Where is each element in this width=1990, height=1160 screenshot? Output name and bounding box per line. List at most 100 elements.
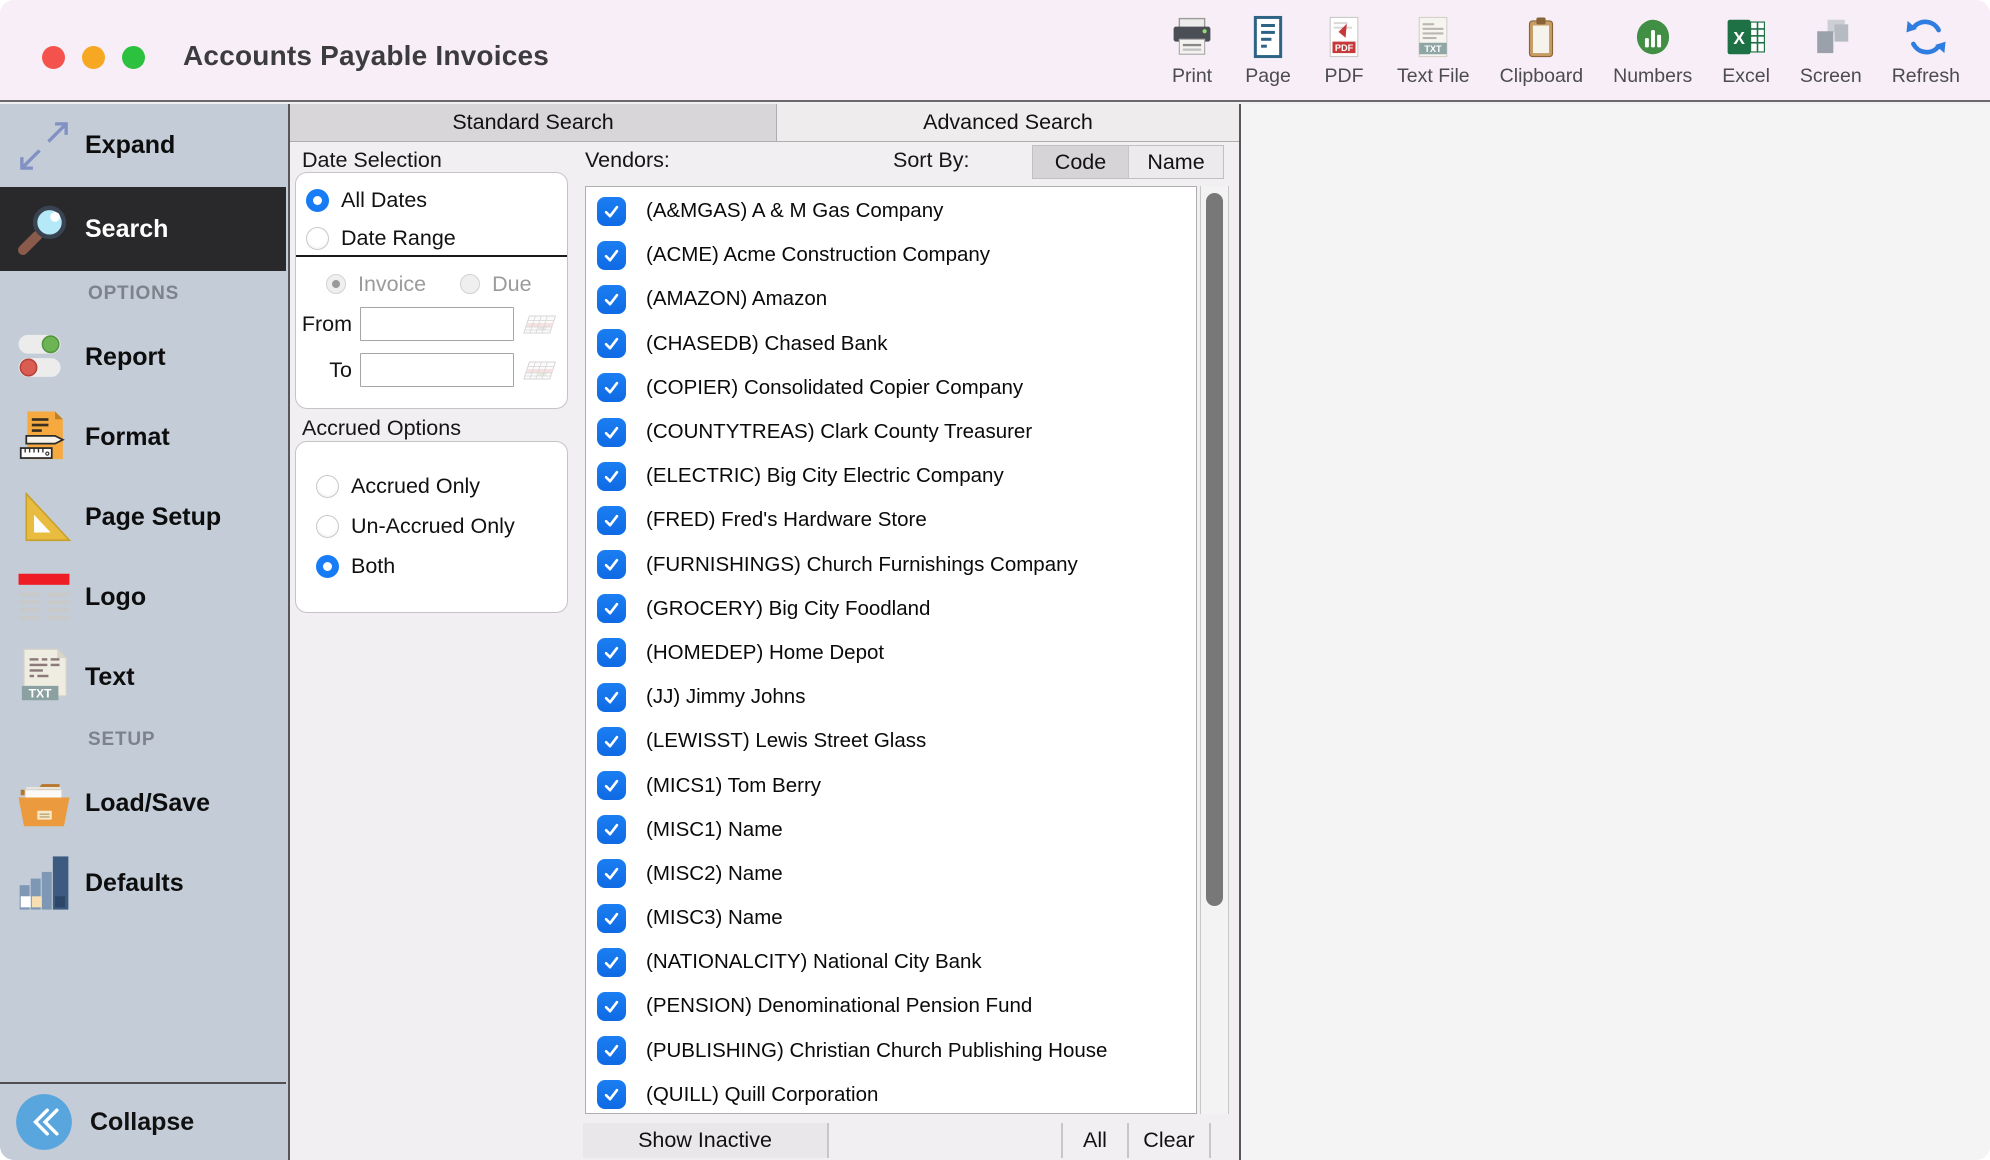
vendor-label: (FURNISHINGS) Church Furnishings Company	[646, 553, 1078, 577]
toolbar: Print Page PDFPDF TXTText File Clipboard Numb…	[1169, 14, 1960, 88]
scrollbar-thumb[interactable]	[1206, 193, 1223, 906]
radio-un-accrued-only[interactable]	[316, 515, 339, 538]
vendor-checkbox[interactable]	[597, 594, 626, 623]
toolbar-button-excel[interactable]: XExcel	[1722, 14, 1770, 88]
date-selection-title: Date Selection	[302, 148, 442, 173]
titlebar: Accounts Payable Invoices Print Page PDFPD…	[0, 0, 1990, 102]
page-icon	[1245, 14, 1291, 60]
close-button[interactable]	[42, 46, 65, 69]
vendor-scrollbar[interactable]	[1200, 186, 1229, 1114]
vendor-label: (A&MGAS) A & M Gas Company	[646, 199, 943, 223]
sidebar-item-load-save[interactable]: Load/Save	[0, 763, 286, 843]
vendor-row: (MISC1) Name	[586, 808, 1196, 852]
from-date-input[interactable]	[360, 307, 514, 341]
vendor-checkbox[interactable]	[597, 550, 626, 579]
vendor-row: (PUBLISHING) Christian Church Publishing…	[586, 1029, 1196, 1073]
tab-standard-search[interactable]: Standard Search	[290, 104, 777, 141]
radio-both[interactable]	[316, 555, 339, 578]
radio-invoice	[326, 274, 346, 294]
select-all-button[interactable]: All	[1063, 1123, 1127, 1158]
toolbar-button-text-file[interactable]: TXTText File	[1397, 14, 1470, 88]
vendor-checkbox[interactable]	[597, 1080, 626, 1109]
vendor-checkbox[interactable]	[597, 373, 626, 402]
vendor-checkbox[interactable]	[597, 771, 626, 800]
radio-accrued-only[interactable]	[316, 475, 339, 498]
divider	[296, 255, 567, 257]
vendor-checkbox[interactable]	[597, 683, 626, 712]
vendor-row: (GROCERY) Big City Foodland	[586, 587, 1196, 631]
radio-label: Due	[492, 272, 531, 297]
vendors-label: Vendors:	[585, 148, 670, 173]
sidebar-item-search[interactable]: Search	[0, 187, 286, 271]
toolbar-button-refresh[interactable]: Refresh	[1892, 14, 1960, 88]
toolbar-button-label: Excel	[1722, 65, 1770, 88]
window-title: Accounts Payable Invoices	[183, 40, 549, 72]
clear-button[interactable]: Clear	[1129, 1123, 1209, 1158]
sidebar-item-report[interactable]: Report	[0, 317, 286, 397]
radio-label: Un-Accrued Only	[351, 514, 515, 539]
vendor-checkbox[interactable]	[597, 727, 626, 756]
show-inactive-button[interactable]: Show Inactive	[583, 1123, 829, 1158]
vendor-checkbox[interactable]	[597, 329, 626, 358]
vendor-checkbox[interactable]	[597, 948, 626, 977]
zoom-button[interactable]	[122, 46, 145, 69]
vendor-row: (LEWISST) Lewis Street Glass	[586, 719, 1196, 763]
sidebar: ExpandSearchOPTIONSReportFormatPage Setu…	[0, 104, 290, 1160]
toolbar-button-label: Numbers	[1613, 65, 1692, 88]
clipboard-icon	[1518, 14, 1564, 60]
date-selection-box: All DatesDate Range InvoiceDue From To	[295, 172, 568, 409]
vendor-row: (A&MGAS) A & M Gas Company	[586, 189, 1196, 233]
vendor-checkbox[interactable]	[597, 418, 626, 447]
expand-arrows-icon	[13, 115, 75, 177]
vendor-checkbox[interactable]	[597, 241, 626, 270]
toolbar-button-page[interactable]: Page	[1245, 14, 1291, 88]
toolbar-button-label: Page	[1245, 65, 1291, 88]
sidebar-item-label: Text	[85, 663, 135, 692]
sidebar-item-format[interactable]: Format	[0, 397, 286, 477]
vendor-checkbox[interactable]	[597, 992, 626, 1021]
vendor-label: (MISC2) Name	[646, 862, 783, 886]
factory-icon	[13, 852, 75, 914]
vendor-checkbox[interactable]	[597, 1036, 626, 1065]
toolbar-button-numbers[interactable]: Numbers	[1613, 14, 1692, 88]
vendor-label: (JJ) Jimmy Johns	[646, 685, 805, 709]
toolbar-button-pdf[interactable]: PDFPDF	[1321, 14, 1367, 88]
vendor-checkbox[interactable]	[597, 815, 626, 844]
to-date-input[interactable]	[360, 353, 514, 387]
vendor-checkbox[interactable]	[597, 904, 626, 933]
minimize-button[interactable]	[82, 46, 105, 69]
vendor-label: (PUBLISHING) Christian Church Publishing…	[646, 1039, 1107, 1063]
sort-by-code-button[interactable]: Code	[1033, 146, 1128, 178]
toolbar-button-print[interactable]: Print	[1169, 14, 1215, 88]
to-label: To	[296, 358, 352, 383]
sidebar-item-label: Load/Save	[85, 789, 210, 818]
radio-option-accrued-only: Accrued Only	[316, 466, 559, 506]
sidebar-item-page-setup[interactable]: Page Setup	[0, 477, 286, 557]
toolbar-button-screen[interactable]: Screen	[1800, 14, 1862, 88]
vendor-checkbox[interactable]	[597, 506, 626, 535]
sidebar-item-expand[interactable]: Expand	[0, 104, 286, 187]
tab-advanced-search[interactable]: Advanced Search	[777, 104, 1239, 141]
sidebar-item-defaults[interactable]: Defaults	[0, 843, 286, 923]
vendor-checkbox[interactable]	[597, 462, 626, 491]
calendar-picker-icon[interactable]	[522, 357, 556, 385]
vendor-checkbox[interactable]	[597, 638, 626, 667]
sidebar-item-label: Expand	[85, 131, 175, 160]
sidebar-item-logo[interactable]: Logo	[0, 557, 286, 637]
radio-all-dates[interactable]	[306, 189, 329, 212]
vendor-row: (NATIONALCITY) National City Bank	[586, 940, 1196, 984]
text-file-icon: TXT	[1410, 14, 1456, 60]
toolbar-button-clipboard[interactable]: Clipboard	[1500, 14, 1583, 88]
sidebar-item-collapse[interactable]: Collapse	[0, 1082, 286, 1160]
sidebar-item-text[interactable]: TXTText	[0, 637, 286, 717]
radio-label: All Dates	[341, 188, 427, 213]
vendor-row: (COUNTYTREAS) Clark County Treasurer	[586, 410, 1196, 454]
sort-by-name-button[interactable]: Name	[1128, 146, 1223, 178]
radio-date-range[interactable]	[306, 227, 329, 250]
vendor-checkbox[interactable]	[597, 197, 626, 226]
vendor-checkbox[interactable]	[597, 859, 626, 888]
vendor-checkbox[interactable]	[597, 285, 626, 314]
calendar-picker-icon[interactable]	[522, 311, 556, 339]
vendor-row: (ELECTRIC) Big City Electric Company	[586, 454, 1196, 498]
vendor-label: (MICS1) Tom Berry	[646, 774, 821, 798]
